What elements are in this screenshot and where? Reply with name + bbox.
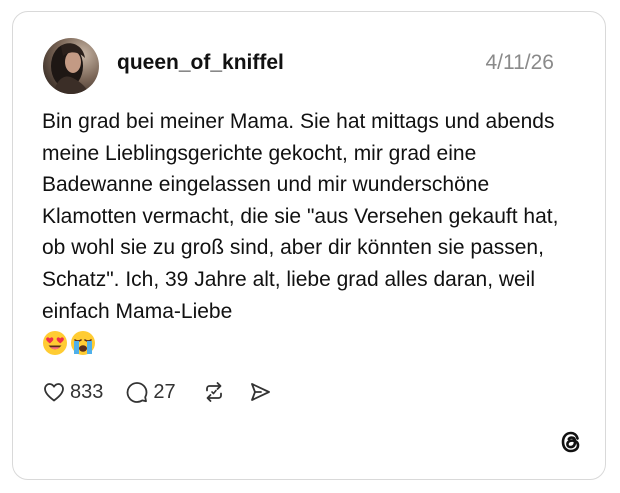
loudly-crying-emoji-icon <box>71 331 95 355</box>
reply-count: 27 <box>153 381 176 403</box>
heart-eyes-emoji-icon <box>43 331 67 355</box>
reply-button[interactable]: 27 <box>125 380 176 404</box>
username[interactable]: queen_of_kniffel <box>117 50 284 76</box>
post-text: Bin grad bei meiner Mama. Sie hat mittag… <box>42 110 559 323</box>
repost-button[interactable] <box>202 380 226 404</box>
share-button[interactable] <box>248 380 272 404</box>
avatar-image <box>43 38 99 94</box>
post-card: queen_of_kniffel 4/11/26 Bin grad bei me… <box>12 11 606 480</box>
emoji-row <box>42 329 96 357</box>
comment-icon <box>126 382 148 403</box>
post-date: 4/11/26 <box>485 51 554 74</box>
avatar[interactable] <box>43 38 99 94</box>
like-count: 833 <box>70 381 104 403</box>
like-button[interactable]: 833 <box>42 380 103 404</box>
share-icon <box>250 383 270 401</box>
threads-logo-icon <box>561 431 580 453</box>
heart-icon <box>44 383 64 402</box>
repost-icon <box>205 382 222 402</box>
action-bar: 833 27 <box>42 378 272 406</box>
